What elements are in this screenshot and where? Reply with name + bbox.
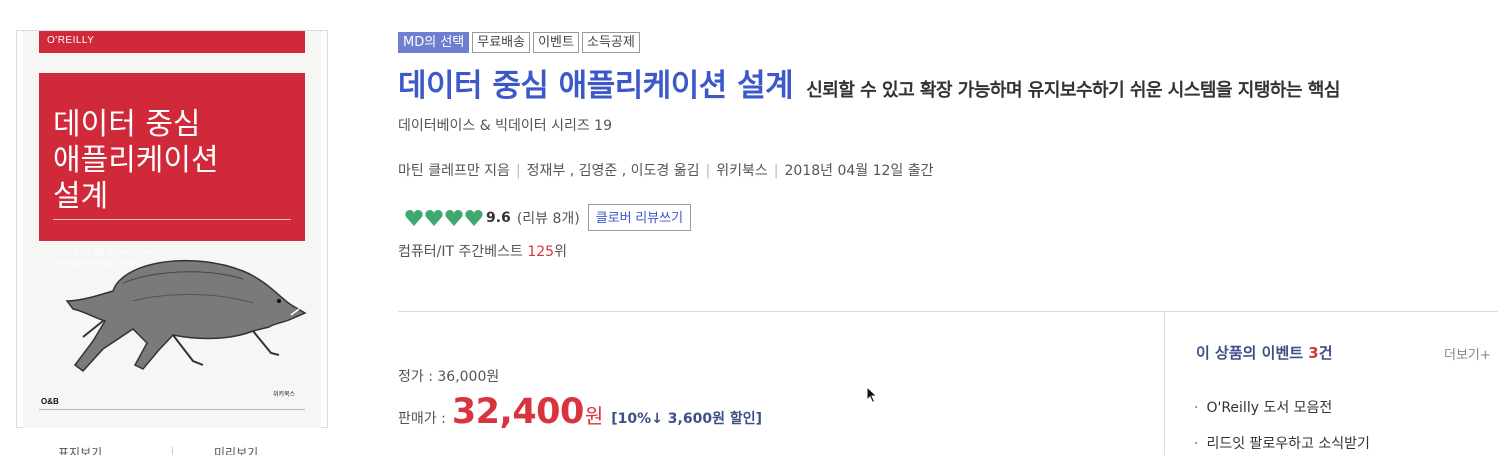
- cover-divider: [53, 219, 291, 220]
- publisher-link[interactable]: 위키북스: [716, 163, 768, 179]
- cover-title-block: 데이터 중심 애플리케이션 설계 신뢰할 수 있고 확장 가능하며 유지보수하기…: [39, 73, 305, 268]
- cover-publisher-logo: O&B: [41, 397, 59, 406]
- meta-separator: |: [705, 163, 711, 179]
- series-link[interactable]: 데이터베이스 & 빅데이터 시리즈 19: [398, 115, 612, 135]
- view-cover-link[interactable]: 표지보기: [58, 444, 102, 455]
- boar-illustration: [65, 259, 307, 373]
- mouse-cursor-icon: [866, 386, 878, 404]
- event-item[interactable]: · 리드잇 팔로우하고 소식받기: [1194, 433, 1370, 453]
- events-more-link[interactable]: 더보기+: [1444, 344, 1491, 363]
- bestseller-rank[interactable]: 컴퓨터/IT 주간베스트 125위: [398, 241, 567, 261]
- section-divider: [398, 311, 1498, 312]
- heart-icon: [445, 209, 463, 226]
- product-title-row: 데이터 중심 애플리케이션 설계 신뢰할 수 있고 확장 가능하며 유지보수하기…: [398, 60, 1340, 105]
- cover-tab-divider: [172, 447, 173, 455]
- badge-tax-deduction: 소득공제: [581, 32, 640, 53]
- cover-publisher-bar: O'REILLY: [39, 31, 305, 53]
- book-cover-frame[interactable]: O'REILLY 데이터 중심 애플리케이션 설계 신뢰할 수 있고 확장 가능…: [16, 30, 328, 428]
- list-price: 정가 : 36,000원: [398, 369, 500, 385]
- write-review-button[interactable]: 클로버 리뷰쓰기: [587, 204, 692, 231]
- product-badges: MD의 선택 무료배송 이벤트 소득공제: [398, 32, 640, 53]
- bestseller-rank-suffix: 위: [554, 244, 567, 260]
- rating-row: 9.6 (리뷰 8개) 클로버 리뷰쓰기: [404, 204, 692, 231]
- cover-bottom-rule: [39, 409, 305, 410]
- preview-link[interactable]: 미리보기: [214, 444, 258, 455]
- panel-divider: [1164, 311, 1165, 455]
- publication-date: 2018년 04월 12일 출간: [784, 163, 934, 179]
- product-title: 데이터 중심 애플리케이션 설계: [398, 68, 794, 104]
- product-meta: 마틴 클레프만 지음 | 정재부 , 김영준 , 이도경 옮김 | 위키북스 | 2018년…: [398, 160, 934, 180]
- heart-icon: [425, 209, 443, 226]
- events-count: 3: [1308, 344, 1319, 362]
- event-item[interactable]: · O'Reilly 도서 모음전: [1194, 397, 1332, 417]
- sale-price-value: 32,400: [451, 392, 585, 432]
- bullet-icon: ·: [1194, 436, 1199, 452]
- meta-separator: |: [515, 163, 521, 179]
- badge-event: 이벤트: [533, 32, 579, 53]
- heart-icon: [405, 209, 423, 226]
- discount-info: [10%↓ 3,600원 할인]: [611, 411, 762, 427]
- sale-price-row: 판매가 : 32,400 원 [10%↓ 3,600원 할인]: [398, 392, 762, 432]
- sale-price-unit: 원: [584, 404, 604, 428]
- author-link[interactable]: 마틴 클레프만 지음: [398, 163, 510, 179]
- cover-brand-logo: O'REILLY: [47, 35, 95, 46]
- events-title: 이 상품의 이벤트 3건: [1196, 344, 1333, 362]
- cover-title: 데이터 중심 애플리케이션 설계: [53, 107, 219, 214]
- bestseller-category: 컴퓨터/IT 주간베스트: [398, 244, 523, 260]
- bullet-icon: ·: [1194, 400, 1199, 416]
- review-count-link[interactable]: (리뷰 8개): [517, 208, 580, 228]
- cover-publisher-mark: 위키북스: [273, 391, 296, 398]
- badge-md-choice: MD의 선택: [398, 32, 470, 53]
- sale-price-label: 판매가 :: [398, 411, 446, 427]
- bestseller-rank-number: 125: [527, 244, 555, 260]
- book-cover-image[interactable]: O'REILLY 데이터 중심 애플리케이션 설계 신뢰할 수 있고 확장 가능…: [23, 31, 321, 428]
- rating-score: 9.6: [486, 209, 511, 226]
- meta-separator: |: [773, 163, 779, 179]
- badge-free-shipping: 무료배송: [472, 32, 531, 53]
- translator-link[interactable]: 정재부 , 김영준 , 이도경 옮김: [527, 163, 700, 179]
- product-subtitle: 신뢰할 수 있고 확장 가능하며 유지보수하기 쉬운 시스템을 지탱하는 핵심: [806, 80, 1340, 101]
- heart-icon: [465, 209, 483, 226]
